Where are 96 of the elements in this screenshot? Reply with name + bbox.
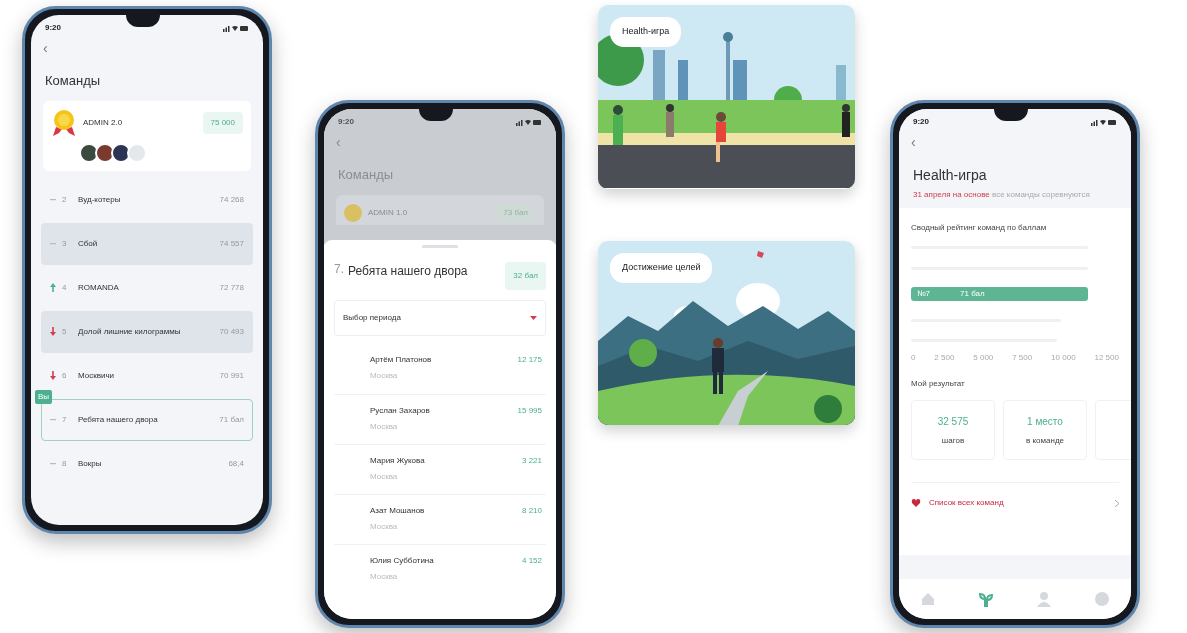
member-score: 8 210 (521, 505, 542, 517)
member-score: 12 175 (517, 354, 542, 366)
axis-label: 7 500 (1012, 352, 1033, 364)
team-rank: 7. (334, 261, 344, 278)
team-row[interactable]: 4 ROMANDA 72 778 (41, 266, 253, 309)
team-rank: 2 (62, 193, 68, 206)
score-badge: 75 000 (202, 111, 243, 134)
trend-down-icon (50, 371, 56, 380)
stat-value: 32 575 (937, 414, 969, 429)
team-name: Вуд-котеры (78, 193, 122, 206)
axis-label: 10 000 (1051, 352, 1076, 364)
medal-icon (344, 203, 362, 222)
highlighted-bar: №7 71 бал (911, 287, 1088, 301)
leader-name: ADMIN 2.0 (83, 116, 124, 129)
team-rank: 5 (62, 325, 68, 338)
period-dropdown[interactable]: Выбор периода (334, 300, 546, 336)
phone-notch (126, 15, 160, 27)
trend-up-icon (50, 283, 56, 292)
screen-title: Health-игра (912, 166, 988, 185)
team-score: 70 493 (219, 325, 244, 338)
team-score: 71 бал (219, 413, 244, 426)
stat-label: шагов (941, 434, 965, 447)
trend-down-icon (50, 327, 56, 336)
chevron-right-icon (1115, 499, 1119, 507)
team-score: 72 778 (219, 281, 244, 294)
status-icons (1091, 118, 1117, 126)
member-name: Юлия Субботина (370, 555, 435, 567)
avatar (111, 142, 131, 163)
screen-title: Команды (44, 72, 102, 90)
axis-label: 2 500 (934, 352, 955, 364)
team-rank: 8 (62, 457, 68, 470)
member-score: 15 995 (517, 405, 542, 417)
back-button[interactable]: ‹ (899, 135, 1131, 149)
promo-label: Достижение целей (610, 253, 713, 283)
stat-value: 1 место (1027, 414, 1063, 429)
screen-subtitle: 31 апреля на основе все команды соревнуются (912, 190, 1091, 200)
back-button[interactable]: ‹ (31, 41, 263, 55)
phone-notch (419, 109, 453, 121)
member-city: Москва (370, 521, 399, 533)
axis-label: 5 000 (973, 352, 994, 364)
chart-title: Сводный рейтинг команд по баллам (911, 222, 1048, 234)
team-rank: 7 (62, 413, 68, 426)
member-name: Руслан Захаров (370, 405, 431, 417)
member-city: Москва (370, 370, 399, 382)
stat-card (1095, 400, 1131, 460)
score-badge: 32 бал (505, 262, 546, 290)
member-score: 3 221 (521, 455, 542, 467)
team-score: 70 991 (219, 369, 244, 382)
team-row[interactable]: 2 Вуд-котеры 74 268 (41, 178, 253, 221)
team-name: ROMANDA (78, 281, 120, 294)
status-icons (223, 24, 249, 32)
plant-icon (978, 591, 994, 607)
person-icon (1036, 591, 1052, 607)
status-time: 9:20 (45, 22, 61, 34)
caret-icon (530, 316, 537, 320)
member-score: 4 152 (521, 555, 542, 567)
status-icons (516, 118, 542, 126)
team-row[interactable]: 8 Вокры 68,4 (41, 442, 253, 485)
teams-link-row[interactable]: Список всех команд (911, 482, 1119, 523)
team-name: Вокры (78, 457, 103, 470)
team-rank: 3 (62, 237, 68, 250)
team-name: Сбой (78, 237, 99, 250)
member-name: Артём Платонов (370, 354, 433, 366)
axis-label: 12 500 (1094, 352, 1119, 364)
member-city: Москва (370, 421, 399, 433)
leader-name: ADMIN 1.0 (368, 206, 409, 219)
sheet-handle[interactable] (422, 245, 458, 248)
stat-label: в команде (1026, 434, 1064, 447)
team-row[interactable]: 3 Сбой 74 557 (41, 222, 253, 265)
status-time: 9:20 (913, 116, 929, 128)
team-score: 74 557 (219, 237, 244, 250)
team-row[interactable]: 7 Ребята нашего двора 71 бал (41, 398, 253, 441)
medal-icon (51, 108, 77, 137)
heart-icon (911, 498, 921, 508)
team-row[interactable]: 5 Долой лишние килограммы 70 493 (41, 310, 253, 353)
member-name: Мария Жукова (370, 455, 426, 467)
sheet-title: Ребята нашего двора (348, 263, 469, 280)
home-icon (920, 591, 936, 607)
axis-label: 0 (911, 352, 916, 364)
team-name: Долой лишние килограммы (78, 325, 182, 338)
phone-notch (994, 109, 1028, 121)
screen-title: Команды (337, 166, 395, 184)
member-name: Азат Мошанов (370, 505, 426, 517)
avatar (95, 142, 115, 163)
team-score: 68,4 (228, 457, 244, 470)
team-rank: 4 (62, 281, 68, 294)
section-title: Мой результат (911, 378, 966, 390)
team-name: Москвичи (78, 369, 116, 382)
team-name: Ребята нашего двора (78, 413, 159, 426)
member-city: Москва (370, 471, 399, 483)
team-score: 74 268 (219, 193, 244, 206)
you-tag: Вы (35, 389, 53, 404)
team-rank: 6 (62, 369, 68, 382)
promo-label: Health-игра (610, 17, 682, 47)
member-city: Москва (370, 571, 399, 583)
status-time: 9:20 (338, 116, 354, 128)
